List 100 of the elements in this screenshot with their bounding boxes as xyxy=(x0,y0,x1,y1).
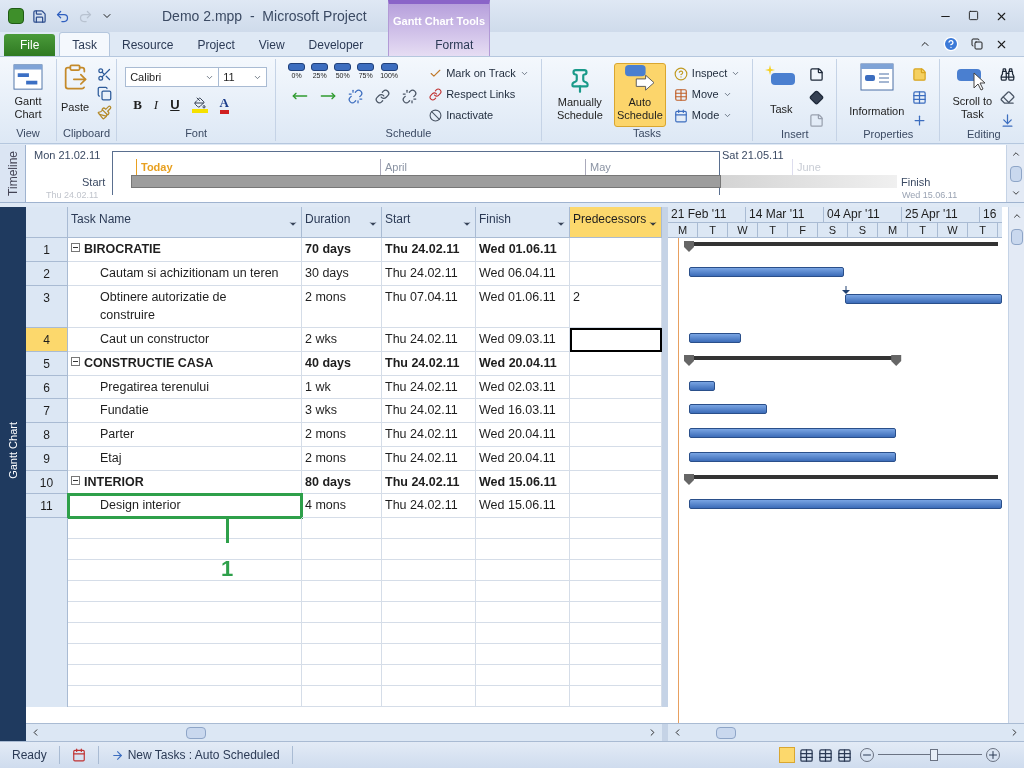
task-name-cell[interactable]: Etaj xyxy=(68,446,302,471)
schedule-mode-button[interactable]: Manually Schedule xyxy=(553,63,606,127)
finish-cell[interactable]: Wed 20.04.11 xyxy=(476,446,570,471)
start-cell[interactable]: Thu 24.02.11 xyxy=(382,351,476,376)
timescale-day: W xyxy=(728,223,758,237)
finish-cell[interactable]: Wed 01.06.11 xyxy=(476,285,570,328)
row-number[interactable]: 7 xyxy=(26,399,68,423)
task-name-cell[interactable]: Design interior xyxy=(68,494,302,518)
task-name-cell[interactable]: Caut un constructor xyxy=(68,328,302,352)
task-name-cell[interactable]: Parter xyxy=(68,423,302,447)
row-number[interactable]: 5 xyxy=(26,351,68,376)
duration-cell[interactable]: 80 days xyxy=(302,470,382,495)
task-name-cell[interactable]: Obtinere autorizatie de construire xyxy=(68,285,302,328)
task-button[interactable]: Task xyxy=(765,63,798,128)
finish-cell[interactable]: Wed 06.04.11 xyxy=(476,261,570,286)
duration-cell[interactable]: 2 mons xyxy=(302,446,382,471)
ribbon-tab[interactable]: View xyxy=(246,34,297,56)
ribbon-tab[interactable]: Project xyxy=(185,34,247,56)
timescale-day: M xyxy=(668,223,698,237)
column-header[interactable]: Finish xyxy=(476,207,570,238)
ribbon-command[interactable]: Respect Links xyxy=(429,84,529,105)
start-cell[interactable]: Thu 24.02.11 xyxy=(382,470,476,495)
timeline-side-label: Timeline xyxy=(0,145,26,202)
timescale-day: S xyxy=(848,223,878,237)
column-header[interactable]: Duration xyxy=(302,207,382,238)
start-cell[interactable]: Thu 24.02.11 xyxy=(382,238,476,262)
task-name-cell[interactable]: Fundatie xyxy=(68,399,302,423)
view-side-bar: Gantt Chart xyxy=(0,207,26,741)
finish-cell[interactable]: Wed 02.03.11 xyxy=(476,375,570,400)
start-cell[interactable]: Thu 24.02.11 xyxy=(382,494,476,518)
start-cell[interactable]: Thu 24.02.11 xyxy=(382,399,476,423)
timescale-week: 04 Apr '11 xyxy=(824,207,902,222)
font-color-button[interactable]: A xyxy=(219,95,229,114)
duration-cell[interactable]: 2 mons xyxy=(302,423,382,447)
finish-cell[interactable]: Wed 20.04.11 xyxy=(476,423,570,447)
task-name-cell[interactable]: BIROCRATIE xyxy=(68,238,302,262)
row-number[interactable]: 3 xyxy=(26,285,68,328)
row-number[interactable]: 6 xyxy=(26,375,68,400)
start-cell[interactable]: Thu 24.02.11 xyxy=(382,423,476,447)
duration-cell[interactable]: 3 wks xyxy=(302,399,382,423)
timescale-day: T xyxy=(758,223,788,237)
start-cell[interactable]: Thu 24.02.11 xyxy=(382,375,476,400)
row-number[interactable]: 10 xyxy=(26,470,68,495)
column-header[interactable]: Start xyxy=(382,207,476,238)
scroll-to-task-button[interactable]: Scroll to Task xyxy=(952,63,993,128)
finish-cell[interactable]: Wed 16.03.11 xyxy=(476,399,570,423)
row-number[interactable]: 2 xyxy=(26,261,68,286)
ribbon-command[interactable]: Mark on Track xyxy=(429,63,529,84)
font-field[interactable]: Calibri xyxy=(125,67,220,87)
ribbon-tab[interactable]: Task xyxy=(59,32,111,56)
row-number[interactable]: 8 xyxy=(26,423,68,447)
duration-cell[interactable]: 4 mons xyxy=(302,494,382,518)
finish-cell[interactable]: Wed 20.04.11 xyxy=(476,351,570,376)
timescale-day: T xyxy=(968,223,998,237)
ribbon-command[interactable]: Inspect xyxy=(673,63,741,84)
duration-cell[interactable]: 40 days xyxy=(302,351,382,376)
finish-cell[interactable]: Wed 01.06.11 xyxy=(476,238,570,262)
ribbon-command[interactable]: Mode xyxy=(673,105,741,126)
task-mode-button[interactable]: New Tasks : Auto Scheduled xyxy=(97,746,293,764)
start-cell[interactable]: Thu 24.02.11 xyxy=(382,328,476,352)
column-header[interactable]: Predecessors xyxy=(570,207,662,238)
timescale-day: T xyxy=(698,223,728,237)
task-name-cell[interactable]: Pregatirea terenului xyxy=(68,375,302,400)
start-cell[interactable]: Thu 07.04.11 xyxy=(382,285,476,328)
duration-cell[interactable]: 70 days xyxy=(302,238,382,262)
task-name-cell[interactable]: CONSTRUCTIE CASA xyxy=(68,351,302,376)
gantt-chart-button[interactable]: Gantt Chart xyxy=(4,59,52,121)
ribbon-tab[interactable]: Resource xyxy=(110,34,186,56)
start-cell[interactable]: Thu 24.02.11 xyxy=(382,446,476,471)
ribbon-tab[interactable]: Format xyxy=(403,34,506,56)
duration-cell[interactable]: 30 days xyxy=(302,261,382,286)
row-number[interactable]: 9 xyxy=(26,446,68,471)
duration-cell[interactable]: 1 wk xyxy=(302,375,382,400)
row-number[interactable]: 11 xyxy=(26,494,68,518)
finish-cell[interactable]: Wed 15.06.11 xyxy=(476,470,570,495)
bold-button[interactable]: B xyxy=(133,95,142,115)
ribbon-command[interactable]: Move xyxy=(673,84,741,105)
timescale-day: S xyxy=(818,223,848,237)
column-header[interactable]: Task Name xyxy=(68,207,302,238)
task-name-cell[interactable]: Cautam si achizitionam un teren xyxy=(68,261,302,286)
paste-button[interactable]: Paste xyxy=(61,63,90,120)
ribbon-command[interactable]: Inactivate xyxy=(429,105,529,126)
duration-cell[interactable]: 2 mons xyxy=(302,285,382,328)
task-name-cell[interactable]: INTERIOR xyxy=(68,470,302,495)
ribbon-tab[interactable]: File xyxy=(4,34,56,56)
group-label: View xyxy=(15,127,41,140)
row-number[interactable]: 4 xyxy=(26,328,68,352)
schedule-mode-button[interactable]: Auto Schedule xyxy=(613,63,666,127)
information-button[interactable]: Information xyxy=(849,63,905,128)
predecessors-cell[interactable]: 2 xyxy=(570,285,662,328)
font-size-field[interactable]: 11 xyxy=(219,67,268,87)
finish-cell[interactable]: Wed 09.03.11 xyxy=(476,328,570,352)
start-cell[interactable]: Thu 24.02.11 xyxy=(382,261,476,286)
finish-cell[interactable]: Wed 15.06.11 xyxy=(476,494,570,518)
duration-cell[interactable]: 2 wks xyxy=(302,328,382,352)
ribbon-tab[interactable]: Developer xyxy=(296,34,376,56)
italic-button[interactable]: I xyxy=(153,95,159,115)
row-number[interactable]: 1 xyxy=(26,238,68,262)
underline-button[interactable]: U xyxy=(170,95,180,115)
timeline-finish-date: Wed 15.06.11 xyxy=(902,189,958,202)
